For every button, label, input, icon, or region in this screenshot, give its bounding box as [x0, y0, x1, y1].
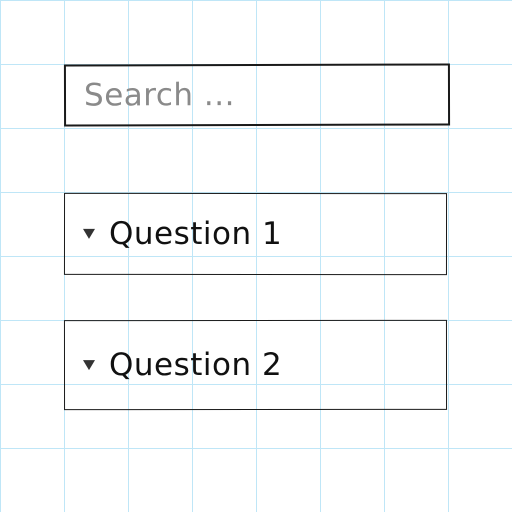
search-input[interactable]	[83, 76, 431, 114]
question-label: Question 2	[108, 346, 283, 384]
question-label: Question 1	[108, 215, 283, 253]
question-item-1[interactable]: Question 1	[63, 192, 448, 276]
question-item-2[interactable]: Question 2	[63, 319, 448, 411]
caret-down-icon	[82, 360, 96, 371]
caret-down-icon	[82, 228, 96, 239]
search-box[interactable]	[63, 63, 451, 127]
